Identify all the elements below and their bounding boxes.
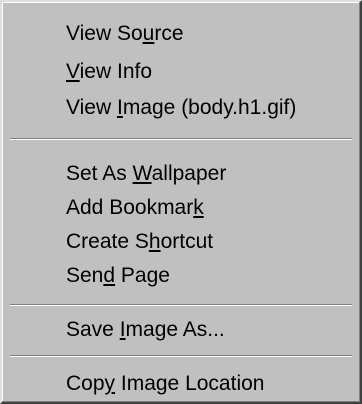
menu-item-add-bookmark[interactable]: Add Bookmark bbox=[66, 193, 204, 223]
menu-item-view-image[interactable]: View Image (body.h1.gif) bbox=[66, 93, 296, 123]
mnemonic-key: d bbox=[103, 264, 116, 287]
menu-item-label: View bbox=[66, 96, 117, 119]
mnemonic-key: V bbox=[66, 60, 80, 83]
menu-separator bbox=[10, 304, 352, 306]
menu-item-label: Sen bbox=[66, 264, 104, 287]
menu-item-label: mage As... bbox=[125, 318, 225, 341]
menu-item-label: Image Location bbox=[115, 372, 265, 395]
mnemonic-key: W bbox=[132, 162, 152, 185]
menu-item-label: ortcut bbox=[160, 230, 214, 253]
menu-item-view-info[interactable]: View Info bbox=[66, 57, 152, 87]
menu-item-save-image-as[interactable]: Save Image As... bbox=[66, 315, 225, 345]
mnemonic-key: y bbox=[104, 372, 116, 395]
menu-separator bbox=[10, 355, 352, 357]
menu-item-send-page[interactable]: Send Page bbox=[66, 261, 170, 291]
menu-separator bbox=[10, 138, 352, 140]
menu-item-label: Page bbox=[115, 264, 170, 287]
mnemonic-key: u bbox=[142, 22, 155, 45]
menu-item-label: mage (body.h1.gif) bbox=[122, 96, 297, 119]
menu-item-label: Save bbox=[66, 318, 120, 341]
menu-item-label: Add Bookmar bbox=[66, 196, 194, 219]
menu-item-copy-image-location[interactable]: Copy Image Location bbox=[66, 369, 264, 399]
menu-item-label: Create S bbox=[66, 230, 149, 253]
menu-item-view-source[interactable]: View Source bbox=[66, 19, 184, 49]
menu-item-create-shortcut[interactable]: Create Shortcut bbox=[66, 227, 213, 257]
menu-item-label: View So bbox=[66, 22, 143, 45]
menu-item-label: Cop bbox=[66, 372, 105, 395]
menu-item-label: iew Info bbox=[79, 60, 153, 83]
mnemonic-key: h bbox=[148, 230, 161, 253]
menu-item-label: allpaper bbox=[151, 162, 227, 185]
menu-item-label: rce bbox=[154, 22, 184, 45]
menu-item-set-as-wallpaper[interactable]: Set As Wallpaper bbox=[66, 159, 226, 189]
menu-item-label: Set As bbox=[66, 162, 133, 185]
context-menu: View Source View Info View Image (body.h… bbox=[0, 0, 362, 404]
mnemonic-key: k bbox=[193, 196, 204, 219]
